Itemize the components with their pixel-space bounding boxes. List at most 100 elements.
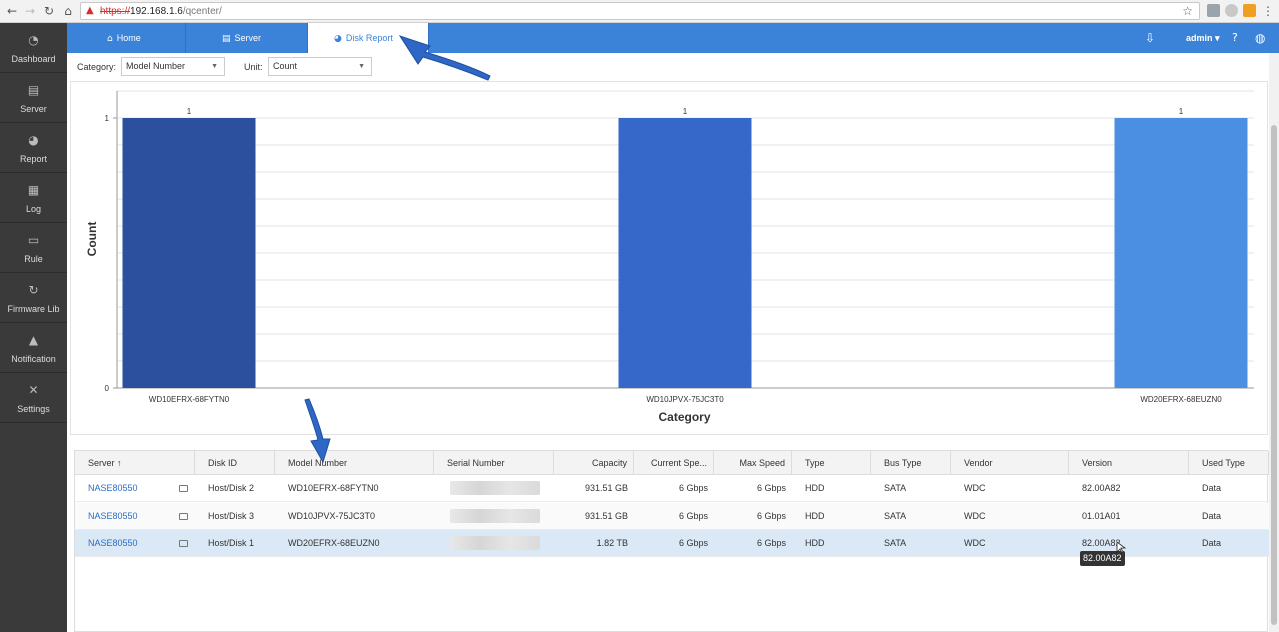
tab-home[interactable]: ⌂ Home — [67, 23, 186, 53]
table-cell: SATA — [884, 483, 907, 493]
column-header[interactable]: Model Number — [275, 451, 434, 475]
monitor-icon[interactable] — [179, 512, 188, 520]
user-menu[interactable]: admin ▾ — [1186, 23, 1220, 53]
gauge-icon: ◔ — [28, 33, 39, 47]
table-cell: Host/Disk 2 — [208, 483, 255, 493]
column-header[interactable]: Disk ID — [195, 451, 275, 475]
unit-value: Count — [273, 61, 298, 71]
table-cell: 6 Gbps — [756, 483, 786, 493]
table-cell: 82.00A82 — [1082, 483, 1121, 493]
sidebar-item-label: Dashboard — [11, 54, 56, 64]
extension-icon[interactable] — [1225, 4, 1238, 17]
column-header[interactable]: Version — [1069, 451, 1189, 475]
table-cell: Data — [1202, 510, 1222, 521]
redacted-serial — [450, 536, 540, 550]
reload-icon[interactable]: ↻ — [41, 3, 57, 19]
table-cell: WDC — [964, 483, 986, 493]
sidebar-item-rule[interactable]: ▭ Rule — [0, 223, 67, 273]
table-cell: 931.51 GB — [584, 510, 628, 521]
table-cell: WD10JPVX-75JC3T0 — [288, 510, 376, 521]
category-label: Category: — [77, 62, 117, 72]
table-cell: 6 Gbps — [756, 510, 786, 521]
table-cell: WDC — [964, 538, 986, 548]
unit-select[interactable]: Count ▼ — [268, 57, 372, 76]
book-icon: ▭ — [27, 233, 40, 247]
help-icon[interactable]: ? — [1232, 23, 1238, 53]
column-header[interactable]: Capacity — [554, 451, 634, 475]
column-header[interactable]: Server ↑ — [75, 451, 195, 475]
x-axis-title: Category — [658, 410, 710, 424]
tab-disk-report[interactable]: ◕ Disk Report — [308, 23, 429, 53]
sidebar-item-settings[interactable]: ✕ Settings — [0, 373, 67, 423]
table-cell: Host/Disk 1 — [208, 538, 255, 548]
disk-report-chart: 0 1 1 WD10EFRX-68FYTN0 1 WD10JPVX-75JC3T0 1 WD2… — [70, 81, 1268, 435]
server-link[interactable]: NASE80550 — [88, 503, 192, 530]
table-cell: 931.51 GB — [584, 483, 628, 493]
category-value: Model Number — [126, 61, 186, 71]
table-cell: WD20EFRX-68EUZN0 — [288, 538, 380, 548]
address-bar[interactable]: ▲ https://192.168.1.6/qcenter/ ☆ — [80, 2, 1200, 20]
sidebar-item-log[interactable]: ▦ Log — [0, 173, 67, 223]
page-scrollbar[interactable] — [1269, 53, 1279, 632]
extension-icon[interactable] — [1207, 4, 1220, 17]
table-row[interactable]: NASE80550 Host/Disk 3 WD10JPVX-75JC3T0 931.… — [75, 502, 1269, 530]
sidebar-item-notification[interactable]: ▲ Notification — [0, 323, 67, 373]
back-icon[interactable]: ← — [4, 3, 20, 19]
table-cell: 6 Gbps — [678, 538, 708, 548]
extension-icon[interactable] — [1243, 4, 1256, 17]
disk-table: Server ↑ Disk ID Model Number Serial Number… — [74, 450, 1269, 632]
y-axis-title: Count — [85, 222, 99, 257]
download-icon[interactable]: ⇩ — [1145, 23, 1155, 53]
sidebar-item-server[interactable]: ▤ Server — [0, 73, 67, 123]
redacted-serial — [450, 508, 540, 523]
server-icon: ▤ — [222, 34, 231, 44]
column-header[interactable]: Current Spe... — [634, 451, 714, 475]
table-cell: 1.82 TB — [596, 538, 628, 548]
tab-label: Home — [116, 33, 141, 43]
table-cell: HDD — [805, 483, 825, 493]
sidebar-item-label: Log — [25, 204, 42, 214]
home-icon[interactable]: ⌂ — [60, 3, 76, 19]
sidebar-item-label: Rule — [24, 254, 43, 264]
column-header[interactable]: Used Type — [1189, 451, 1269, 475]
x-tick-label: WD20EFRX-68EUZN0 — [1140, 395, 1222, 404]
column-header[interactable]: Bus Type — [871, 451, 951, 475]
pie-chart-icon: ◕ — [334, 34, 342, 44]
data-label: 1 — [187, 107, 192, 116]
tab-server[interactable]: ▤ Server — [186, 23, 308, 53]
column-header[interactable]: Type — [792, 451, 871, 475]
monitor-icon[interactable] — [179, 540, 188, 547]
column-header[interactable]: Max Speed — [714, 451, 792, 475]
data-label: 1 — [1179, 107, 1184, 116]
column-header[interactable]: Serial Number — [434, 451, 554, 475]
server-link[interactable]: NASE80550 — [88, 530, 192, 557]
tab-label: Disk Report — [345, 33, 393, 43]
top-navigation: ⌂ Home ▤ Server ◕ Disk Report ⇩ admin ▾ ? ◍ — [67, 23, 1279, 53]
chart-canvas: 0 1 1 WD10EFRX-68FYTN0 1 WD10JPVX-75JC3T0 1 WD2… — [85, 90, 1254, 424]
column-header[interactable]: Vendor — [951, 451, 1069, 475]
scrollbar-thumb[interactable] — [1271, 125, 1277, 625]
sidebar-item-firmware-lib[interactable]: ↻ Firmware Lib — [0, 273, 67, 323]
sidebar-item-report[interactable]: ◕ Report — [0, 123, 67, 173]
log-icon: ▦ — [27, 183, 40, 197]
tab-label: Server — [234, 33, 262, 43]
forward-icon[interactable]: → — [22, 3, 38, 19]
table-cell: 6 Gbps — [756, 538, 786, 548]
tooltip: 82.00A82 — [1080, 551, 1125, 566]
bookmark-star-icon[interactable]: ☆ — [1182, 4, 1193, 18]
data-label: 1 — [683, 107, 688, 116]
tools-icon: ✕ — [28, 383, 39, 397]
table-row[interactable]: NASE80550 Host/Disk 2 WD10EFRX-68FYTN0 931.… — [75, 475, 1269, 502]
filter-bar: Category: Model Number ▼ Unit: Count ▼ — [67, 53, 1279, 81]
category-select[interactable]: Model Number ▼ — [121, 57, 225, 76]
table-cell: SATA — [884, 510, 907, 521]
browser-toolbar: ← → ↻ ⌂ ▲ https://192.168.1.6/qcenter/ ☆… — [0, 0, 1279, 23]
menu-icon[interactable]: ⋮ — [1260, 3, 1276, 19]
monitor-icon[interactable] — [179, 485, 188, 492]
table-cell: 01.01A01 — [1082, 510, 1121, 521]
globe-icon[interactable]: ◍ — [1255, 23, 1265, 53]
table-cell: WD10EFRX-68FYTN0 — [288, 483, 379, 493]
server-link[interactable]: NASE80550 — [88, 475, 192, 502]
table-cell: Data — [1202, 538, 1222, 548]
sidebar-item-dashboard[interactable]: ◔ Dashboard — [0, 23, 67, 73]
